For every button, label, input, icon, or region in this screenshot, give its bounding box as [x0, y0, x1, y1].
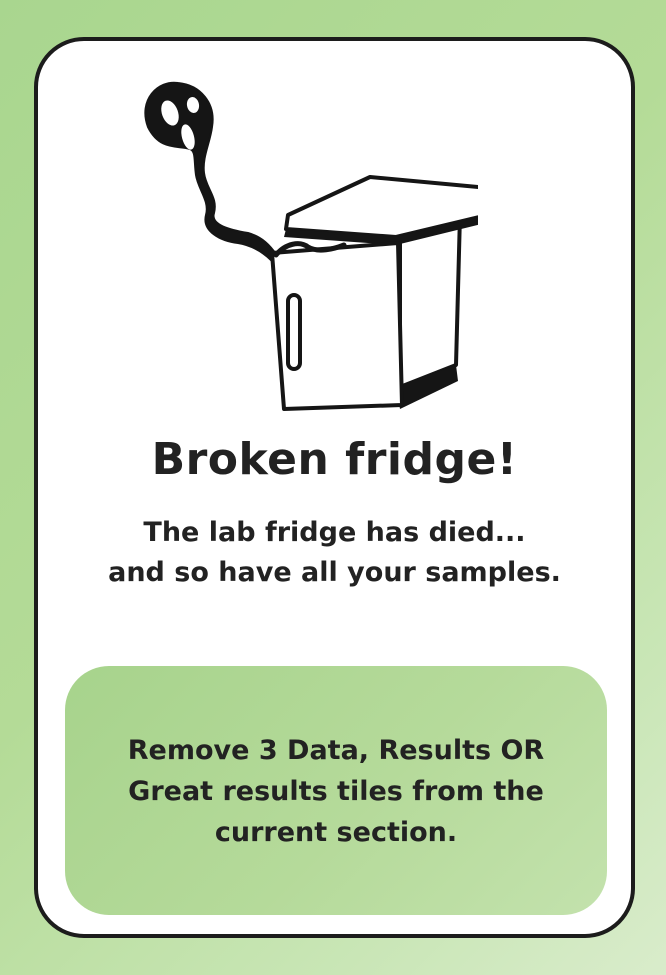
fridge-handle	[286, 293, 302, 371]
card-effect-box: Remove 3 Data, Results OR Great results …	[65, 666, 607, 915]
effect-line: current section.	[214, 817, 458, 848]
effect-line: Remove 3 Data, Results OR	[127, 735, 545, 766]
flavor-line: and so have all your samples.	[108, 557, 561, 588]
card-title: Broken fridge!	[151, 434, 518, 485]
flavor-line: The lab fridge has died...	[143, 517, 526, 548]
card-effect-text: Remove 3 Data, Results OR Great results …	[85, 730, 587, 853]
effect-line: Great results tiles from the	[128, 776, 544, 807]
card-flavor-text: The lab fridge has died... and so have a…	[38, 513, 631, 593]
event-card: Broken fridge! The lab fridge has died..…	[34, 37, 635, 938]
broken-fridge-icon	[144, 81, 478, 411]
